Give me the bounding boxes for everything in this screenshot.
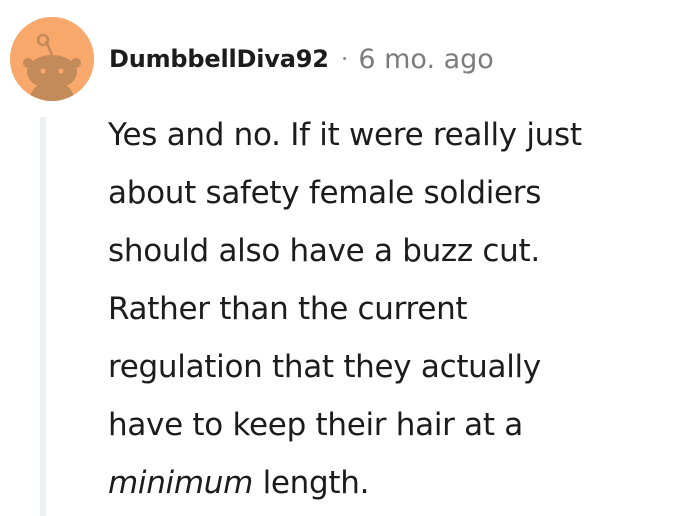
comment-line: have to keep their hair at a	[108, 407, 523, 443]
comment-line: Yes and no. If it were really just	[108, 117, 582, 153]
comment-line: about safety female soldiers	[108, 175, 542, 211]
comment-body: Yes and no. If it were really just about…	[108, 106, 693, 512]
comment-line-last: minimum length.	[108, 454, 693, 512]
username[interactable]: DumbbellDiva92	[109, 45, 329, 73]
emphasized-word: minimum	[108, 465, 254, 501]
reddit-snoo-avatar-icon	[10, 17, 94, 101]
comment-line: Rather than the current	[108, 291, 468, 327]
timestamp[interactable]: 6 mo. ago	[358, 44, 493, 75]
comment-line: regulation that they actually	[108, 349, 541, 385]
comment: DumbbellDiva92 · 6 mo. ago Yes and no. I…	[0, 0, 700, 516]
user-avatar[interactable]	[10, 17, 94, 101]
comment-line-tail: length.	[253, 465, 370, 501]
comment-header: DumbbellDiva92 · 6 mo. ago	[109, 40, 494, 78]
thread-collapse-line[interactable]	[40, 117, 46, 516]
separator-dot: ·	[340, 45, 349, 73]
comment-line: should also have a buzz cut.	[108, 233, 540, 269]
